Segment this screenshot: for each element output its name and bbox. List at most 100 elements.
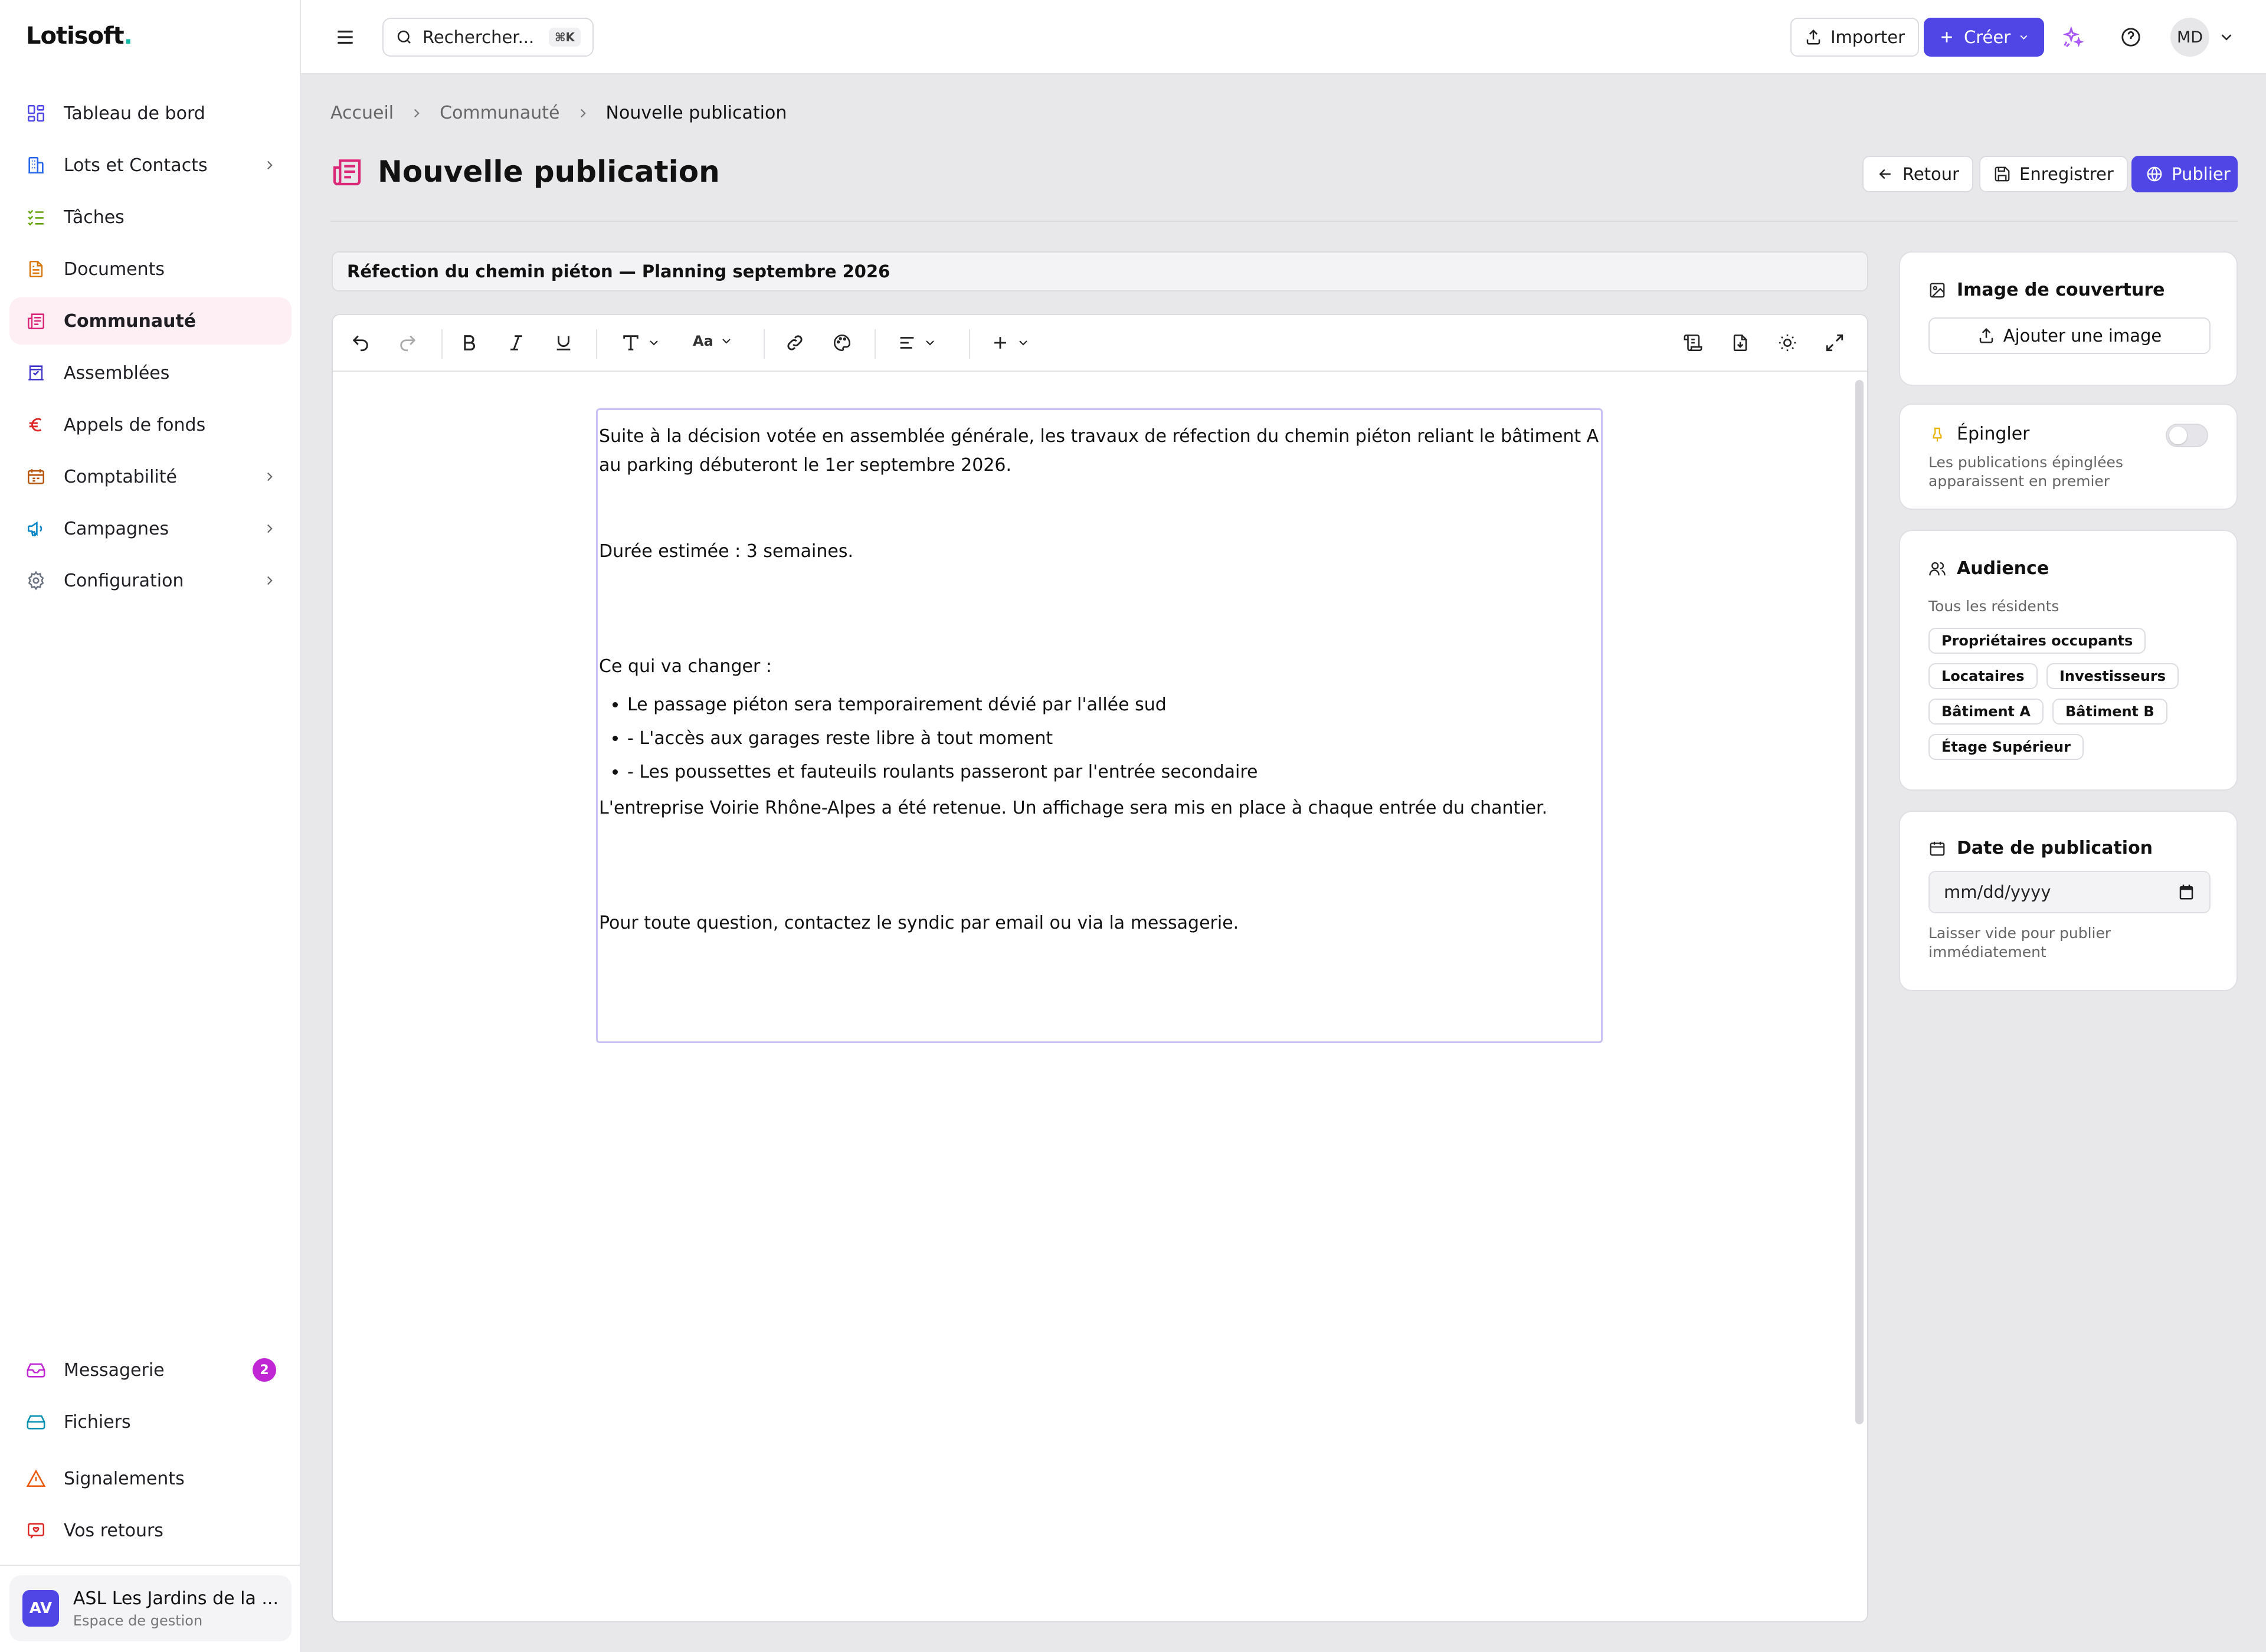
ai-assistant-button[interactable]	[2062, 26, 2084, 48]
users-icon	[1928, 560, 1946, 578]
underline-button[interactable]	[554, 333, 574, 353]
paragraph-contractor: L'entreprise Voirie Rhône-Alpes a été re…	[599, 798, 1548, 818]
sidebar-item-label: Lots et Contacts	[64, 155, 208, 176]
file-import-icon	[1730, 333, 1750, 353]
pin-heading: Épingler	[1928, 424, 2030, 444]
toolbar-separator	[441, 329, 443, 359]
font-size-dropdown[interactable]: Aa	[693, 333, 733, 349]
help-button[interactable]	[2120, 26, 2142, 48]
post-title-input[interactable]: Réfection du chemin piéton — Planning se…	[332, 251, 1868, 291]
cover-image-card: Image de couverture Ajouter une image	[1899, 251, 2238, 386]
divider	[0, 1565, 301, 1566]
insert-dropdown[interactable]	[990, 333, 1030, 353]
sidebar-item-fichiers[interactable]: Fichiers	[9, 1398, 292, 1446]
publish-button[interactable]: Publier	[2131, 156, 2238, 192]
save-button[interactable]: Enregistrer	[1979, 156, 2128, 192]
sidebar-item-label: Assemblées	[64, 362, 170, 384]
sidebar-item-assemblees[interactable]: Assemblées	[9, 349, 292, 396]
sparkles-icon	[2062, 26, 2084, 47]
document-icon	[26, 259, 46, 279]
organization-switcher[interactable]: AV ASL Les Jardins de la ... Espace de g…	[9, 1575, 292, 1641]
editor-scrollbar[interactable]	[1855, 380, 1864, 1424]
sidebar-item-comptabilite[interactable]: Comptabilité	[9, 453, 292, 500]
fullscreen-button[interactable]	[1825, 333, 1845, 353]
font-size-label: Aa	[693, 333, 713, 349]
search-input[interactable]: Rechercher... ⌘K	[382, 18, 594, 57]
ledger-icon	[26, 467, 46, 487]
sidebar-item-vos-retours[interactable]: Vos retours	[9, 1507, 292, 1554]
chevron-right-icon	[267, 160, 273, 170]
align-dropdown[interactable]	[897, 333, 937, 353]
align-left-icon	[897, 333, 917, 353]
search-placeholder: Rechercher...	[423, 27, 535, 47]
audience-chip[interactable]: Bâtiment A	[1928, 699, 2044, 725]
list-item: - L'accès aux garages reste libre à tout…	[627, 724, 1600, 753]
pin-title: Épingler	[1957, 424, 2030, 444]
inbox-icon	[26, 1360, 46, 1380]
organization-avatar: AV	[22, 1590, 59, 1627]
sidebar-item-documents[interactable]: Documents	[9, 245, 292, 293]
paragraph-contact: Pour toute question, contactez le syndic…	[599, 913, 1239, 933]
publication-date-input[interactable]: mm/dd/yyyy	[1928, 871, 2211, 913]
audience-chip[interactable]: Locataires	[1928, 663, 2038, 689]
sidebar-item-dashboard[interactable]: Tableau de bord	[9, 90, 292, 137]
pin-toggle[interactable]	[2166, 424, 2208, 447]
empty-line	[599, 822, 1600, 909]
list-item: Le passage piéton sera temporairement dé…	[627, 690, 1600, 719]
menu-toggle-button[interactable]	[334, 26, 356, 48]
undo-button[interactable]	[351, 333, 371, 353]
sidebar-item-communaute[interactable]: Communauté	[9, 297, 292, 345]
breadcrumb-current: Nouvelle publication	[605, 103, 787, 123]
sidebar-item-label: Messagerie	[64, 1359, 165, 1381]
import-button[interactable]: Importer	[1790, 18, 1920, 57]
sidebar-item-appels-de-fonds[interactable]: Appels de fonds	[9, 401, 292, 448]
breadcrumb-item-accueil[interactable]: Accueil	[330, 103, 394, 123]
create-button[interactable]: Créer	[1924, 18, 2044, 57]
link-button[interactable]	[785, 333, 805, 353]
editor-content[interactable]: Suite à la décision votée en assemblée g…	[596, 408, 1603, 1043]
app-logo[interactable]: Lotisoft.	[26, 22, 133, 50]
vote-icon	[26, 363, 46, 383]
sidebar-item-configuration[interactable]: Configuration	[9, 557, 292, 604]
import-document-button[interactable]	[1730, 333, 1750, 353]
breadcrumb-item-communaute[interactable]: Communauté	[440, 103, 559, 123]
sidebar-item-lots-contacts[interactable]: Lots et Contacts	[9, 142, 292, 189]
sidebar-item-messagerie[interactable]: Messagerie 2	[9, 1346, 292, 1394]
sidebar-item-label: Vos retours	[64, 1520, 163, 1541]
chevron-down-icon	[2020, 35, 2028, 40]
user-avatar[interactable]: MD	[2170, 18, 2209, 57]
color-button[interactable]	[832, 333, 852, 353]
redo-button[interactable]	[398, 333, 418, 353]
audience-chip[interactable]: Propriétaires occupants	[1928, 628, 2146, 654]
breadcrumb: Accueil Communauté Nouvelle publication	[330, 103, 787, 123]
theme-button[interactable]	[1777, 333, 1797, 353]
calendar-picker-icon[interactable]	[2177, 883, 2195, 901]
heading-dropdown[interactable]	[621, 333, 661, 353]
sidebar-item-campagnes[interactable]: Campagnes	[9, 505, 292, 552]
newspaper-icon	[330, 155, 364, 188]
sidebar-item-tasks[interactable]: Tâches	[9, 194, 292, 241]
chevron-down-icon	[650, 340, 658, 346]
underline-icon	[554, 333, 574, 353]
sidebar-item-signalements[interactable]: Signalements	[9, 1455, 292, 1502]
audience-chip[interactable]: Étage Supérieur	[1928, 734, 2084, 760]
divider	[330, 221, 2238, 222]
sidebar-item-label: Comptabilité	[64, 466, 177, 487]
chevron-right-icon	[267, 472, 273, 481]
cover-image-title: Image de couverture	[1957, 280, 2165, 300]
template-button[interactable]	[1683, 333, 1703, 353]
save-icon	[1993, 165, 2011, 183]
chevron-right-icon	[580, 109, 586, 117]
audience-chip[interactable]: Bâtiment B	[2052, 699, 2167, 725]
audience-chip[interactable]: Investisseurs	[2046, 663, 2179, 689]
calendar-icon	[1928, 840, 1946, 857]
italic-button[interactable]	[506, 333, 526, 353]
user-menu-chevron-icon[interactable]	[2218, 28, 2235, 46]
page-title-text: Nouvelle publication	[378, 155, 720, 189]
drive-icon	[26, 1412, 46, 1432]
bold-button[interactable]	[459, 333, 479, 353]
back-button[interactable]: Retour	[1862, 156, 1974, 192]
paragraph-duration: Durée estimée : 3 semaines.	[599, 541, 854, 562]
newspaper-icon	[26, 311, 46, 331]
add-image-button[interactable]: Ajouter une image	[1928, 317, 2211, 354]
